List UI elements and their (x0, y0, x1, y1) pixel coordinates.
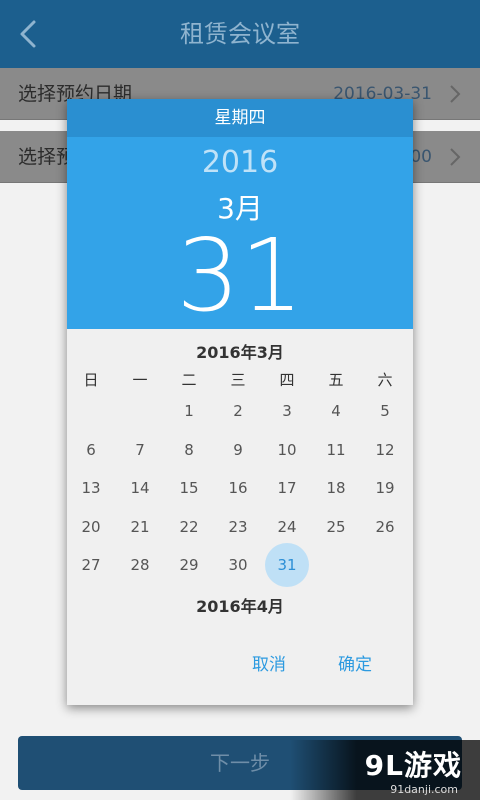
next-month-title: 2016年4月 (196, 597, 284, 616)
calendar-day[interactable]: 28 (116, 546, 164, 584)
calendar-day[interactable]: 15 (165, 469, 213, 507)
calendar-day[interactable]: 22 (165, 508, 213, 546)
calendar-day[interactable]: 29 (165, 546, 213, 584)
chevron-right-icon (448, 146, 462, 168)
selected-year[interactable]: 2016 (67, 145, 413, 180)
calendar-day[interactable]: 5 (361, 392, 409, 430)
calendar-day[interactable]: 6 (67, 431, 115, 469)
calendar-day[interactable]: 13 (67, 469, 115, 507)
weekday-header: 日 (83, 371, 99, 389)
weekday-header-row: 日一二三四五六 (67, 369, 413, 391)
calendar-day[interactable]: 26 (361, 508, 409, 546)
weekday-header: 六 (377, 371, 393, 389)
calendar-day[interactable]: 7 (116, 431, 164, 469)
calendar-day[interactable]: 18 (312, 469, 360, 507)
calendar-day[interactable]: 30 (214, 546, 262, 584)
calendar-day[interactable]: 9 (214, 431, 262, 469)
calendar-day[interactable]: 10 (263, 431, 311, 469)
weekday-header: 二 (181, 371, 197, 389)
calendar-day[interactable]: 17 (263, 469, 311, 507)
chevron-right-icon (448, 83, 462, 105)
selected-weekday: 星期四 (67, 99, 413, 137)
cancel-button[interactable]: 取消 (237, 647, 301, 683)
weekday-header: 三 (230, 371, 246, 389)
watermark-url: 91danji.com (390, 783, 458, 796)
calendar-day[interactable]: 23 (214, 508, 262, 546)
calendar-day[interactable]: 1 (165, 392, 213, 430)
calendar-day[interactable]: 11 (312, 431, 360, 469)
date-picker-dialog: 星期四 2016 3月 31 2016年3月 日一二三四五六 123456789… (67, 99, 413, 705)
calendar-month-title: 2016年3月 (196, 343, 284, 362)
selected-day[interactable]: 31 (67, 221, 413, 331)
calendar-day[interactable]: 25 (312, 508, 360, 546)
calendar-day[interactable]: 24 (263, 508, 311, 546)
app-bar: 租赁会议室 (0, 0, 480, 68)
calendar-day[interactable]: 20 (67, 508, 115, 546)
calendar-day[interactable]: 2 (214, 392, 262, 430)
date-picker-header: 2016 3月 31 (67, 137, 413, 331)
calendar-day[interactable]: 12 (361, 431, 409, 469)
calendar-day[interactable]: 14 (116, 469, 164, 507)
watermark-logo: 9L游戏 (364, 749, 462, 782)
page-title: 租赁会议室 (180, 20, 300, 48)
calendar-day[interactable]: 8 (165, 431, 213, 469)
calendar-day[interactable]: 3 (263, 392, 311, 430)
weekday-header: 一 (132, 371, 148, 389)
calendar-day[interactable]: 21 (116, 508, 164, 546)
calendar-day[interactable]: 31 (263, 546, 311, 584)
calendar-day[interactable]: 27 (67, 546, 115, 584)
calendar-day[interactable]: 16 (214, 469, 262, 507)
weekday-header: 四 (279, 371, 295, 389)
watermark: 9L游戏 91danji.com (290, 740, 480, 800)
calendar-day[interactable]: 4 (312, 392, 360, 430)
weekday-header: 五 (328, 371, 344, 389)
calendar-grid: 1 2 3 4 5 6 7 8 9 10 11 12 13 14 15 16 17 18 19 20 21 22 23 24 2… (67, 392, 413, 592)
calendar-day[interactable]: 19 (361, 469, 409, 507)
ok-button[interactable]: 确定 (323, 647, 387, 683)
